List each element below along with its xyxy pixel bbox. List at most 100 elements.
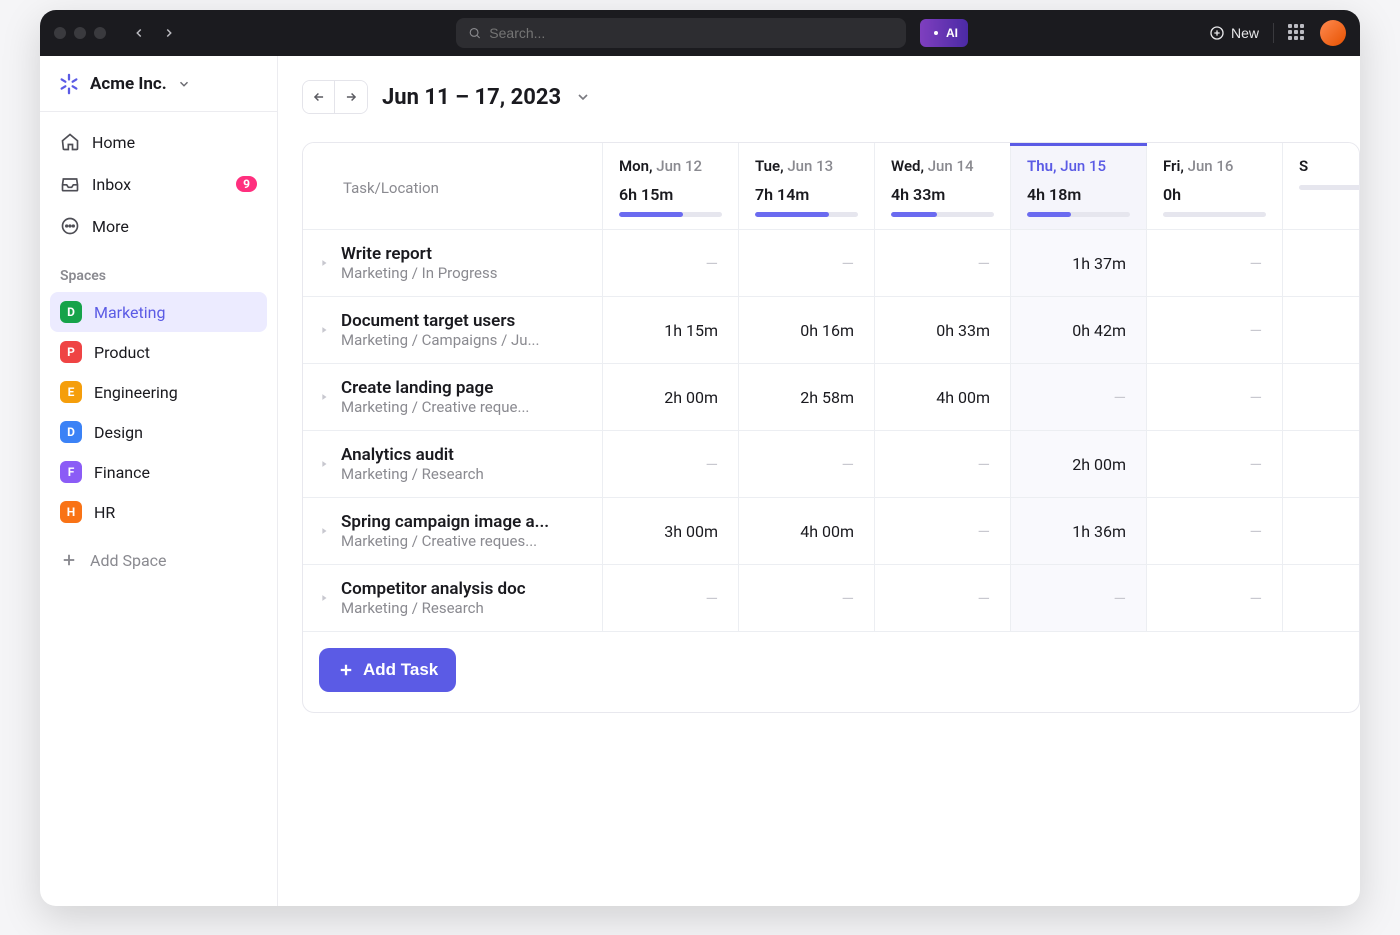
time-cell[interactable]: — <box>1011 565 1147 632</box>
time-cell[interactable]: 0h 16m <box>739 297 875 364</box>
workspace-switcher[interactable]: Acme Inc. <box>40 56 277 112</box>
day-column-header[interactable]: S <box>1283 143 1360 230</box>
search-input[interactable] <box>489 25 894 41</box>
task-path: Marketing / Creative reque... <box>341 398 529 416</box>
time-cell[interactable]: 0h 33m <box>875 297 1011 364</box>
plus-circle-icon <box>1209 25 1225 41</box>
expand-icon[interactable] <box>317 526 331 536</box>
apps-icon[interactable] <box>1288 24 1306 42</box>
task-title: Create landing page <box>341 378 529 398</box>
space-item-design[interactable]: DDesign <box>50 412 267 452</box>
task-path: Marketing / In Progress <box>341 264 497 282</box>
inbox-badge: 9 <box>236 176 257 192</box>
add-task-button[interactable]: Add Task <box>319 648 456 692</box>
time-cell[interactable]: 3h 00m <box>603 498 739 565</box>
task-row[interactable]: Spring campaign image a...Marketing / Cr… <box>303 498 603 565</box>
nav-inbox[interactable]: Inbox 9 <box>50 164 267 204</box>
day-column-header[interactable]: Wed, Jun 144h 33m <box>875 143 1011 230</box>
nav-home[interactable]: Home <box>50 122 267 162</box>
time-cell[interactable]: — <box>739 431 875 498</box>
task-title: Analytics audit <box>341 445 484 465</box>
time-cell[interactable]: 1h 15m <box>603 297 739 364</box>
traffic-close[interactable] <box>54 27 66 39</box>
time-cell[interactable]: — <box>1283 431 1360 498</box>
space-icon: F <box>60 461 82 483</box>
time-cell[interactable]: — <box>1147 297 1283 364</box>
space-item-product[interactable]: PProduct <box>50 332 267 372</box>
time-cell[interactable]: — <box>1147 431 1283 498</box>
history-back-button[interactable] <box>126 20 152 46</box>
time-cell[interactable]: 1h 37m <box>1011 230 1147 297</box>
time-cell[interactable]: 4h 00m <box>875 364 1011 431</box>
expand-icon[interactable] <box>317 325 331 335</box>
day-column-header[interactable]: Mon, Jun 126h 15m <box>603 143 739 230</box>
expand-icon[interactable] <box>317 593 331 603</box>
main-content: Jun 11 – 17, 2023 Task/LocationMon, Jun … <box>278 56 1360 906</box>
task-title: Spring campaign image a... <box>341 512 549 532</box>
user-avatar[interactable] <box>1320 20 1346 46</box>
time-cell[interactable]: — <box>1147 230 1283 297</box>
history-forward-button[interactable] <box>156 20 182 46</box>
ai-button[interactable]: AI <box>920 19 968 47</box>
space-item-finance[interactable]: FFinance <box>50 452 267 492</box>
time-cell[interactable]: — <box>1283 230 1360 297</box>
plus-icon <box>337 661 355 679</box>
space-icon: D <box>60 301 82 323</box>
day-total: 6h 15m <box>619 185 722 204</box>
traffic-minimize[interactable] <box>74 27 86 39</box>
space-icon: P <box>60 341 82 363</box>
space-item-hr[interactable]: HHR <box>50 492 267 532</box>
expand-icon[interactable] <box>317 392 331 402</box>
time-cell[interactable]: — <box>875 565 1011 632</box>
day-column-header[interactable]: Fri, Jun 160h <box>1147 143 1283 230</box>
progress-bar <box>755 212 858 217</box>
expand-icon[interactable] <box>317 459 331 469</box>
time-cell[interactable]: — <box>739 230 875 297</box>
day-column-header[interactable]: Tue, Jun 137h 14m <box>739 143 875 230</box>
range-dropdown[interactable] <box>575 89 591 105</box>
nav-home-label: Home <box>92 133 135 152</box>
time-cell[interactable]: — <box>1283 364 1360 431</box>
prev-week-button[interactable] <box>303 81 335 113</box>
add-space-button[interactable]: Add Space <box>50 540 267 580</box>
sidebar: Acme Inc. Home Inbox 9 More Spaces <box>40 56 278 906</box>
time-cell[interactable]: — <box>1147 364 1283 431</box>
time-cell[interactable]: — <box>875 230 1011 297</box>
global-search[interactable] <box>456 18 906 48</box>
time-cell[interactable]: — <box>1283 297 1360 364</box>
task-row[interactable]: Create landing pageMarketing / Creative … <box>303 364 603 431</box>
time-cell[interactable]: — <box>603 431 739 498</box>
expand-icon[interactable] <box>317 258 331 268</box>
day-column-header[interactable]: Thu, Jun 154h 18m <box>1011 143 1147 230</box>
task-title: Write report <box>341 244 497 264</box>
time-cell[interactable]: — <box>1283 565 1360 632</box>
time-cell[interactable]: — <box>1147 565 1283 632</box>
time-cell[interactable]: 2h 00m <box>1011 431 1147 498</box>
plus-icon <box>60 551 78 569</box>
search-icon <box>468 26 481 40</box>
nav-more[interactable]: More <box>50 206 267 246</box>
time-cell[interactable]: 2h 58m <box>739 364 875 431</box>
time-cell[interactable]: 0h 42m <box>1011 297 1147 364</box>
time-cell[interactable]: 4h 00m <box>739 498 875 565</box>
traffic-zoom[interactable] <box>94 27 106 39</box>
time-cell[interactable]: — <box>603 230 739 297</box>
time-cell[interactable]: — <box>875 498 1011 565</box>
time-cell[interactable]: — <box>603 565 739 632</box>
task-row[interactable]: Competitor analysis docMarketing / Resea… <box>303 565 603 632</box>
time-cell[interactable]: — <box>875 431 1011 498</box>
time-cell[interactable]: 2h 00m <box>603 364 739 431</box>
task-row[interactable]: Analytics auditMarketing / Research <box>303 431 603 498</box>
time-cell[interactable]: — <box>1283 498 1360 565</box>
space-item-engineering[interactable]: EEngineering <box>50 372 267 412</box>
new-button[interactable]: New <box>1209 25 1259 41</box>
time-cell[interactable]: — <box>1147 498 1283 565</box>
time-cell[interactable]: — <box>739 565 875 632</box>
time-cell[interactable]: — <box>1011 364 1147 431</box>
space-item-marketing[interactable]: DMarketing <box>50 292 267 332</box>
sparkle-icon <box>930 27 942 39</box>
next-week-button[interactable] <box>335 81 367 113</box>
time-cell[interactable]: 1h 36m <box>1011 498 1147 565</box>
task-row[interactable]: Write reportMarketing / In Progress <box>303 230 603 297</box>
task-row[interactable]: Document target usersMarketing / Campaig… <box>303 297 603 364</box>
